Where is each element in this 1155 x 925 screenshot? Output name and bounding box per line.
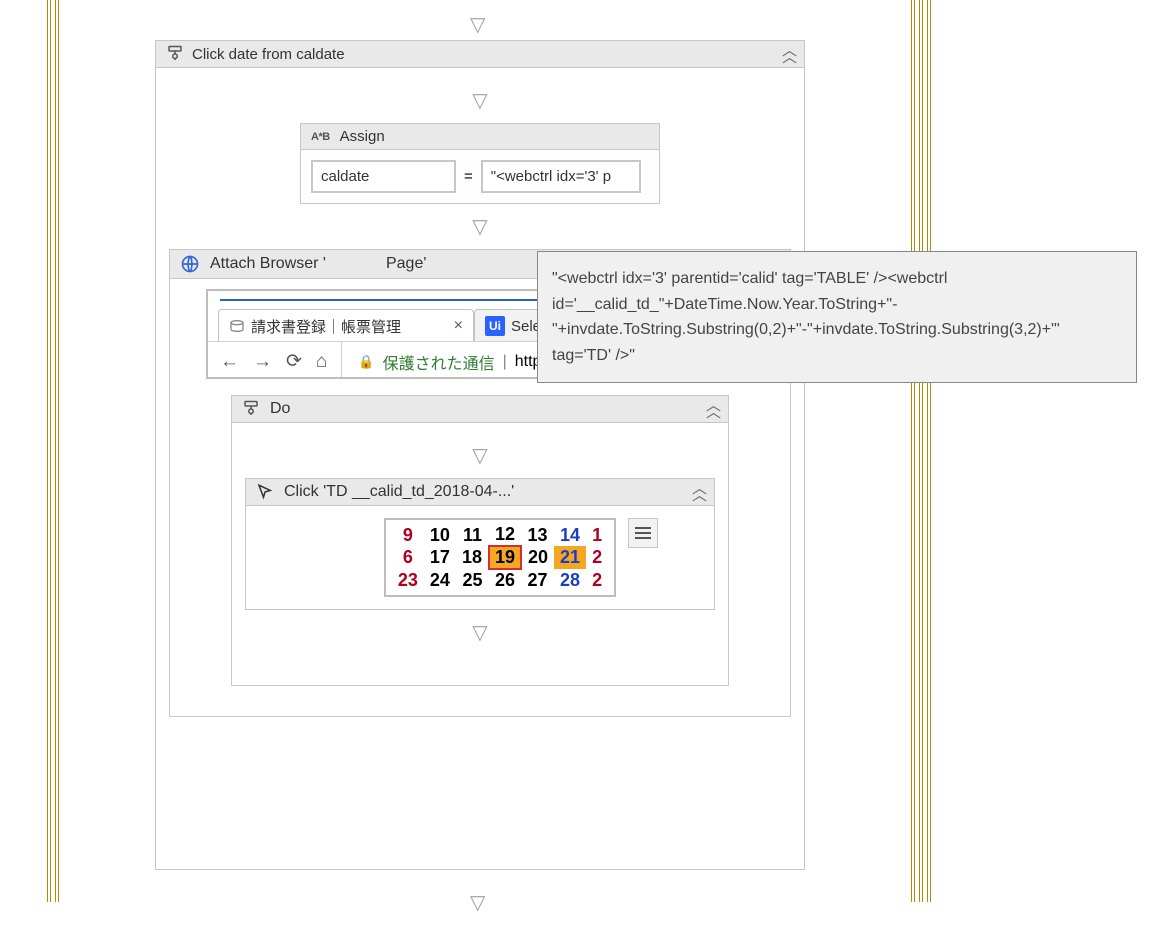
column-border — [927, 0, 931, 902]
sequence-icon — [166, 45, 184, 63]
assign-equals: = — [464, 168, 473, 185]
reload-icon: ⟳ — [286, 350, 302, 373]
drop-arrow-icon[interactable]: ▽ — [472, 433, 487, 478]
calendar-cell: 25 — [456, 569, 489, 591]
calendar-cell: 19 — [489, 546, 521, 569]
click-activity[interactable]: Click 'TD __calid_td_2018-04-...' ︿︿ 910… — [245, 478, 715, 610]
addr-sep: | — [503, 353, 507, 371]
do-sequence[interactable]: Do ︿︿ ▽ Click 'TD __ — [231, 395, 729, 686]
calendar-cell: 6 — [392, 546, 424, 569]
assign-label: Assign — [340, 128, 385, 145]
calendar-table: 910111213141 617181920212 2324252627282 — [392, 524, 608, 591]
calendar-cell: 11 — [456, 524, 489, 546]
calendar-screenshot[interactable]: 910111213141 617181920212 2324252627282 — [384, 518, 616, 597]
calendar-cell: 21 — [554, 546, 586, 569]
calendar-cell: 1 — [586, 524, 608, 546]
column-border — [47, 0, 51, 902]
do-title: Do — [270, 400, 290, 418]
home-icon: ⌂ — [316, 351, 327, 373]
calendar-cell: 17 — [424, 546, 456, 569]
click-title: Click 'TD __calid_td_2018-04-...' — [284, 483, 514, 501]
assign-icon: A*B — [311, 131, 330, 143]
sequence-icon — [242, 400, 260, 418]
collapse-icon[interactable]: ︿︿ — [782, 47, 794, 62]
globe-icon — [180, 254, 200, 274]
database-icon — [229, 320, 245, 332]
attach-browser-title-prefix: Attach Browser ' — [210, 255, 326, 273]
calendar-cell: 12 — [489, 524, 521, 546]
column-border — [55, 0, 59, 902]
uipath-icon: Ui — [485, 316, 505, 336]
drop-arrow-icon[interactable]: ▽ — [470, 880, 485, 925]
lock-icon: 🔒 — [358, 354, 374, 370]
calendar-cell: 26 — [489, 569, 521, 591]
collapse-icon[interactable]: ︿︿ — [706, 402, 718, 417]
sequence-header[interactable]: Click date from caldate ︿︿ — [156, 41, 804, 68]
options-button[interactable] — [628, 518, 658, 548]
calendar-cell: 10 — [424, 524, 456, 546]
drop-arrow-icon[interactable]: ▽ — [472, 78, 487, 123]
column-border — [919, 0, 923, 902]
assign-activity[interactable]: A*B Assign = — [300, 123, 660, 204]
assign-header[interactable]: A*B Assign — [301, 124, 659, 150]
calendar-cell: 2 — [586, 569, 608, 591]
drop-arrow-icon[interactable]: ▽ — [472, 204, 487, 249]
assign-to-input[interactable] — [311, 160, 456, 193]
do-header[interactable]: Do ︿︿ — [232, 396, 728, 423]
calendar-cell: 13 — [521, 524, 554, 546]
browser-tab-active: 請求書登録｜帳票管理 × — [218, 309, 474, 342]
column-border — [911, 0, 915, 902]
sequence-click-date[interactable]: Click date from caldate ︿︿ ▽ A*B Assign … — [155, 40, 805, 870]
click-header[interactable]: Click 'TD __calid_td_2018-04-...' ︿︿ — [246, 479, 714, 506]
calendar-cell: 27 — [521, 569, 554, 591]
calendar-cell: 20 — [521, 546, 554, 569]
drop-arrow-icon[interactable]: ▽ — [472, 610, 487, 655]
close-icon: × — [454, 317, 463, 335]
calendar-cell: 2 — [586, 546, 608, 569]
expression-tooltip: "<webctrl idx='3' parentid='calid' tag='… — [537, 251, 1137, 383]
collapse-icon[interactable]: ︿︿ — [692, 485, 704, 500]
calendar-cell: 28 — [554, 569, 586, 591]
assign-value-input[interactable] — [481, 160, 641, 193]
tab-label: 請求書登録｜帳票管理 — [251, 316, 401, 337]
back-icon: ← — [220, 351, 239, 373]
calendar-cell: 14 — [554, 524, 586, 546]
cursor-icon — [256, 483, 274, 501]
forward-icon: → — [253, 351, 272, 373]
calendar-cell: 18 — [456, 546, 489, 569]
calendar-cell: 23 — [392, 569, 424, 591]
secure-text: 保護された通信 — [383, 350, 495, 374]
attach-browser-title-suffix: Page' — [386, 255, 426, 273]
calendar-cell: 9 — [392, 524, 424, 546]
sequence-title: Click date from caldate — [192, 46, 345, 63]
tooltip-text: "<webctrl idx='3' parentid='calid' tag='… — [552, 270, 1060, 364]
calendar-cell: 24 — [424, 569, 456, 591]
